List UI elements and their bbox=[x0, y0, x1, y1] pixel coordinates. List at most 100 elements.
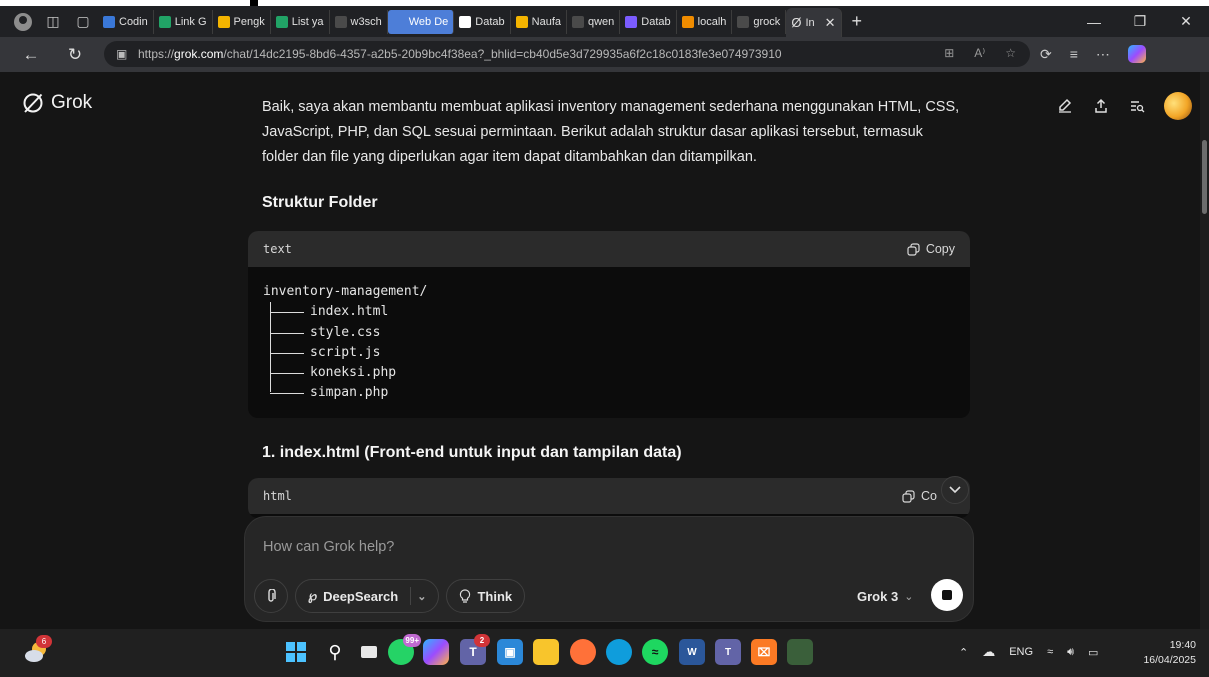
model-selector[interactable]: Grok 3 ⌄ bbox=[857, 589, 913, 604]
paperclip-icon bbox=[268, 588, 276, 602]
start-button[interactable] bbox=[283, 639, 309, 665]
copy-label-html: Co bbox=[921, 489, 937, 503]
xampp-icon[interactable]: ⌧ bbox=[751, 639, 777, 665]
language-indicator[interactable]: ENG bbox=[1009, 646, 1033, 658]
favorite-star-icon[interactable]: ☆ bbox=[1005, 46, 1016, 60]
tab-favicon-icon bbox=[681, 15, 694, 28]
workspaces-icon[interactable]: ◫ bbox=[44, 13, 62, 31]
tab-label: Codin bbox=[119, 15, 148, 28]
back-arrow-icon[interactable]: ← bbox=[16, 45, 46, 65]
store-icon[interactable]: ▣ bbox=[497, 639, 523, 665]
browser-tab[interactable]: Datab bbox=[454, 9, 511, 34]
teams-icon[interactable]: T 2 bbox=[460, 634, 490, 665]
top-actions bbox=[1056, 92, 1192, 120]
windows-taskbar: 6 ⚲ 99+ T 2 ▣ ≈ W T ⌧ ⌃ ☁ ENG ≈ 🔊︎ ▭ 19:… bbox=[0, 629, 1209, 677]
app-available-icon[interactable]: ⊞ bbox=[944, 46, 954, 60]
browser-tab[interactable]: Naufa bbox=[511, 9, 567, 34]
close-tab-icon[interactable]: ✕ bbox=[825, 15, 836, 31]
copy-button[interactable]: Copy bbox=[907, 242, 955, 256]
battery-icon[interactable]: ▭ bbox=[1088, 646, 1098, 659]
scroll-down-button[interactable] bbox=[941, 476, 969, 504]
more-menu-icon[interactable]: ⋯ bbox=[1096, 46, 1110, 63]
browser-tab[interactable]: Datab bbox=[620, 9, 677, 34]
lock-icon: ▣ bbox=[116, 47, 128, 61]
task-view-icon[interactable] bbox=[356, 639, 382, 665]
word-icon[interactable]: W bbox=[679, 639, 705, 665]
tree-file: koneksi.php bbox=[263, 363, 955, 383]
file-explorer-icon[interactable] bbox=[533, 639, 559, 665]
onedrive-icon[interactable]: ☁ bbox=[982, 644, 995, 660]
scrollbar-thumb[interactable] bbox=[1202, 140, 1207, 214]
tab-label: Datab bbox=[641, 15, 671, 28]
browser-tab[interactable]: Pengk bbox=[213, 9, 271, 34]
tab-favicon-icon bbox=[459, 15, 472, 28]
read-aloud-icon[interactable]: A⁾ bbox=[974, 46, 985, 60]
url-field[interactable]: ▣ https://grok.com/chat/14dc2195-8bd6-43… bbox=[104, 41, 1030, 67]
window-controls: — ❐ ✕ bbox=[1071, 6, 1209, 37]
wifi-icon[interactable]: ≈ bbox=[1047, 646, 1053, 658]
deepsearch-button[interactable]: ℘ DeepSearch ⌄ bbox=[295, 579, 440, 613]
new-tab-button[interactable]: + bbox=[852, 11, 863, 32]
search-icon[interactable]: ⚲ bbox=[322, 639, 348, 665]
code-language: text bbox=[263, 242, 292, 256]
browser-tab[interactable]: grock bbox=[732, 9, 787, 34]
url-host: grok.com bbox=[174, 47, 224, 61]
clock-time: 19:40 bbox=[1169, 639, 1196, 651]
copilot-icon[interactable] bbox=[1127, 45, 1146, 63]
stop-button[interactable] bbox=[931, 579, 963, 611]
browser-tab[interactable]: Codin bbox=[98, 9, 154, 34]
deepsearch-dropdown-icon[interactable]: ⌄ bbox=[417, 590, 426, 603]
tab-favicon-icon bbox=[737, 15, 750, 28]
prompt-input[interactable]: How can Grok help? bbox=[263, 539, 394, 555]
grok-logo[interactable]: Grok bbox=[22, 92, 92, 114]
teams-classic-icon[interactable]: T bbox=[715, 639, 741, 665]
browser-tab[interactable]: List ya bbox=[271, 9, 330, 34]
browser-tab[interactable]: qwen bbox=[567, 9, 621, 34]
browser-tab[interactable]: w3sch bbox=[330, 9, 388, 34]
active-tab[interactable]: Ø In ✕ bbox=[786, 7, 842, 38]
whatsapp-icon[interactable]: 99+ bbox=[388, 634, 421, 665]
tab-favicon-icon bbox=[103, 15, 115, 28]
minimize-button[interactable]: — bbox=[1071, 6, 1117, 37]
close-window-button[interactable]: ✕ bbox=[1163, 6, 1209, 37]
copilot-app-icon[interactable] bbox=[423, 639, 449, 665]
tree-files: index.html style.css script.js koneksi.php s… bbox=[263, 302, 955, 403]
tab-favicon-icon bbox=[158, 15, 171, 28]
edge-icon[interactable] bbox=[606, 639, 632, 665]
favorites-icon[interactable]: ≡ bbox=[1070, 46, 1078, 62]
firefox-icon[interactable] bbox=[570, 639, 596, 665]
app-name: Grok bbox=[51, 92, 93, 113]
browser-tab[interactable]: Web De bbox=[387, 9, 455, 34]
spotify-icon[interactable]: ≈ bbox=[642, 639, 668, 665]
tab-favicon-icon bbox=[572, 15, 584, 28]
volume-icon[interactable]: 🔊︎ bbox=[1067, 646, 1074, 659]
clock[interactable]: 19:40 16/04/2025 bbox=[1130, 638, 1196, 668]
page-scrollbar[interactable] bbox=[1200, 72, 1209, 629]
think-button[interactable]: Think bbox=[446, 579, 526, 613]
clock-date: 16/04/2025 bbox=[1143, 654, 1196, 666]
think-label: Think bbox=[477, 588, 513, 604]
attach-button[interactable] bbox=[254, 579, 288, 613]
browser-tab[interactable]: Link G bbox=[154, 9, 213, 34]
tab-label: List ya bbox=[291, 15, 324, 28]
profile-icon[interactable] bbox=[14, 12, 32, 31]
user-avatar[interactable] bbox=[1164, 92, 1192, 120]
tab-label: Link G bbox=[174, 15, 207, 28]
notepad-icon[interactable] bbox=[787, 639, 813, 665]
share-icon[interactable] bbox=[1092, 97, 1110, 115]
tab-label: Datab bbox=[475, 15, 505, 28]
tab-favicon-icon bbox=[217, 15, 230, 28]
refresh-icon[interactable]: ↻ bbox=[60, 45, 90, 65]
show-hidden-icons-icon[interactable]: ⌃ bbox=[959, 646, 968, 659]
edit-icon[interactable] bbox=[1056, 97, 1074, 115]
extensions-icon[interactable]: ⟳ bbox=[1040, 46, 1052, 63]
tab-actions-icon[interactable]: ▢ bbox=[74, 13, 92, 31]
grok-logo-icon bbox=[23, 93, 43, 113]
browser-tab[interactable]: localh bbox=[677, 9, 733, 34]
weather-widget[interactable]: 6 bbox=[22, 635, 52, 667]
intro-paragraph: Baik, saya akan membantu membuat aplikas… bbox=[262, 99, 960, 165]
copy-button-html[interactable]: Co bbox=[902, 489, 937, 503]
restore-button[interactable]: ❐ bbox=[1117, 6, 1163, 37]
assistant-message: Baik, saya akan membantu membuat aplikas… bbox=[262, 95, 962, 212]
history-icon[interactable] bbox=[1128, 97, 1146, 115]
